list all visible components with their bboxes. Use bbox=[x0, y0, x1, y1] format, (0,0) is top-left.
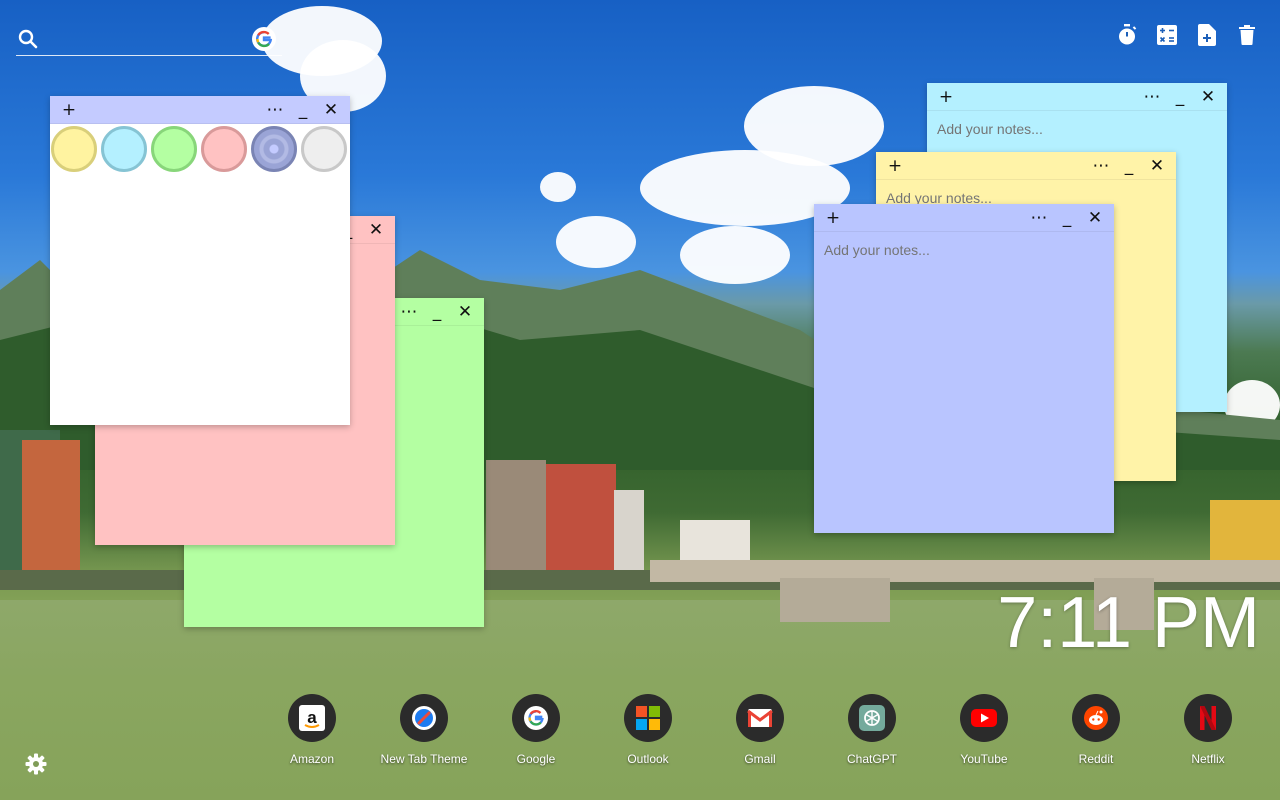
minimize-icon[interactable]: _ bbox=[426, 301, 448, 323]
more-options-icon[interactable]: ⋯ bbox=[398, 301, 420, 323]
shortcut-new-tab-theme[interactable]: New Tab Theme bbox=[368, 694, 480, 766]
shortcut-gmail[interactable]: Gmail bbox=[704, 694, 816, 766]
color-swatch[interactable] bbox=[151, 126, 197, 172]
search-bar bbox=[16, 22, 282, 56]
trash-icon[interactable] bbox=[1236, 24, 1258, 46]
color-swatch[interactable] bbox=[251, 126, 297, 172]
calculator-icon[interactable] bbox=[1156, 24, 1178, 46]
youtube-icon bbox=[960, 694, 1008, 742]
google-icon bbox=[512, 694, 560, 742]
add-note-icon[interactable]: + bbox=[935, 86, 957, 108]
color-swatch[interactable] bbox=[51, 126, 97, 172]
shortcut-bar: a Amazon New Tab Theme Google Outlook Gm bbox=[256, 694, 1264, 766]
timer-icon[interactable] bbox=[1116, 24, 1138, 46]
more-options-icon[interactable]: ⋯ bbox=[1028, 207, 1050, 229]
close-icon[interactable]: ✕ bbox=[454, 301, 476, 323]
top-toolbar bbox=[1116, 24, 1258, 46]
color-swatch[interactable] bbox=[301, 126, 347, 172]
minimize-icon[interactable]: _ bbox=[1056, 207, 1078, 229]
reddit-icon bbox=[1072, 694, 1120, 742]
shortcut-google[interactable]: Google bbox=[480, 694, 592, 766]
shortcut-label: Netflix bbox=[1191, 752, 1225, 766]
google-icon[interactable] bbox=[252, 26, 276, 51]
shortcut-reddit[interactable]: Reddit bbox=[1040, 694, 1152, 766]
amazon-icon: a bbox=[288, 694, 336, 742]
new-note-icon[interactable] bbox=[1196, 24, 1218, 46]
more-options-icon[interactable]: ⋯ bbox=[264, 99, 286, 121]
chatgpt-icon bbox=[848, 694, 896, 742]
shortcut-label: Gmail bbox=[744, 752, 776, 766]
note-text-area[interactable] bbox=[824, 242, 1104, 522]
shortcut-label: Amazon bbox=[289, 752, 335, 766]
shortcut-outlook[interactable]: Outlook bbox=[592, 694, 704, 766]
svg-text:a: a bbox=[307, 708, 317, 727]
netflix-icon bbox=[1184, 694, 1232, 742]
add-note-icon[interactable]: + bbox=[58, 99, 80, 121]
close-icon[interactable]: ✕ bbox=[320, 99, 342, 121]
more-options-icon[interactable]: ⋯ bbox=[1090, 155, 1112, 177]
gmail-icon bbox=[736, 694, 784, 742]
shortcut-chatgpt[interactable]: ChatGPT bbox=[816, 694, 928, 766]
sticky-note-white[interactable]: + ⋯ _ ✕ bbox=[50, 96, 350, 425]
add-note-icon[interactable]: + bbox=[884, 155, 906, 177]
shortcut-label: New Tab Theme bbox=[380, 752, 468, 766]
color-swatch[interactable] bbox=[101, 126, 147, 172]
close-icon[interactable]: ✕ bbox=[365, 219, 387, 241]
shortcut-label: Reddit bbox=[1078, 752, 1114, 766]
new-tab-theme-icon bbox=[400, 694, 448, 742]
close-icon[interactable]: ✕ bbox=[1197, 86, 1219, 108]
sticky-note-blue[interactable]: + ⋯ _ ✕ bbox=[814, 204, 1114, 533]
minimize-icon[interactable]: _ bbox=[1169, 86, 1191, 108]
shortcut-label: Google bbox=[516, 752, 556, 766]
note-toolbar: + ⋯ _ ✕ bbox=[814, 204, 1114, 232]
note-toolbar: + ⋯ _ ✕ bbox=[876, 152, 1176, 180]
note-toolbar: + ⋯ _ ✕ bbox=[50, 96, 350, 124]
color-palette bbox=[50, 124, 350, 174]
more-options-icon[interactable]: ⋯ bbox=[1141, 86, 1163, 108]
search-icon[interactable] bbox=[16, 27, 40, 51]
note-toolbar: + ⋯ _ ✕ bbox=[927, 83, 1227, 111]
minimize-icon[interactable]: _ bbox=[292, 99, 314, 121]
add-note-icon[interactable]: + bbox=[822, 207, 844, 229]
close-icon[interactable]: ✕ bbox=[1084, 207, 1106, 229]
shortcut-amazon[interactable]: a Amazon bbox=[256, 694, 368, 766]
settings-gear-icon[interactable] bbox=[24, 752, 48, 776]
shortcut-label: ChatGPT bbox=[846, 752, 897, 766]
close-icon[interactable]: ✕ bbox=[1146, 155, 1168, 177]
microsoft-icon bbox=[624, 694, 672, 742]
shortcut-youtube[interactable]: YouTube bbox=[928, 694, 1040, 766]
clock: 7:11 PM bbox=[997, 583, 1260, 663]
search-input[interactable] bbox=[48, 30, 252, 47]
shortcut-netflix[interactable]: Netflix bbox=[1152, 694, 1264, 766]
color-swatch[interactable] bbox=[201, 126, 247, 172]
shortcut-label: Outlook bbox=[627, 752, 669, 766]
shortcut-label: YouTube bbox=[960, 752, 1008, 766]
minimize-icon[interactable]: _ bbox=[1118, 155, 1140, 177]
